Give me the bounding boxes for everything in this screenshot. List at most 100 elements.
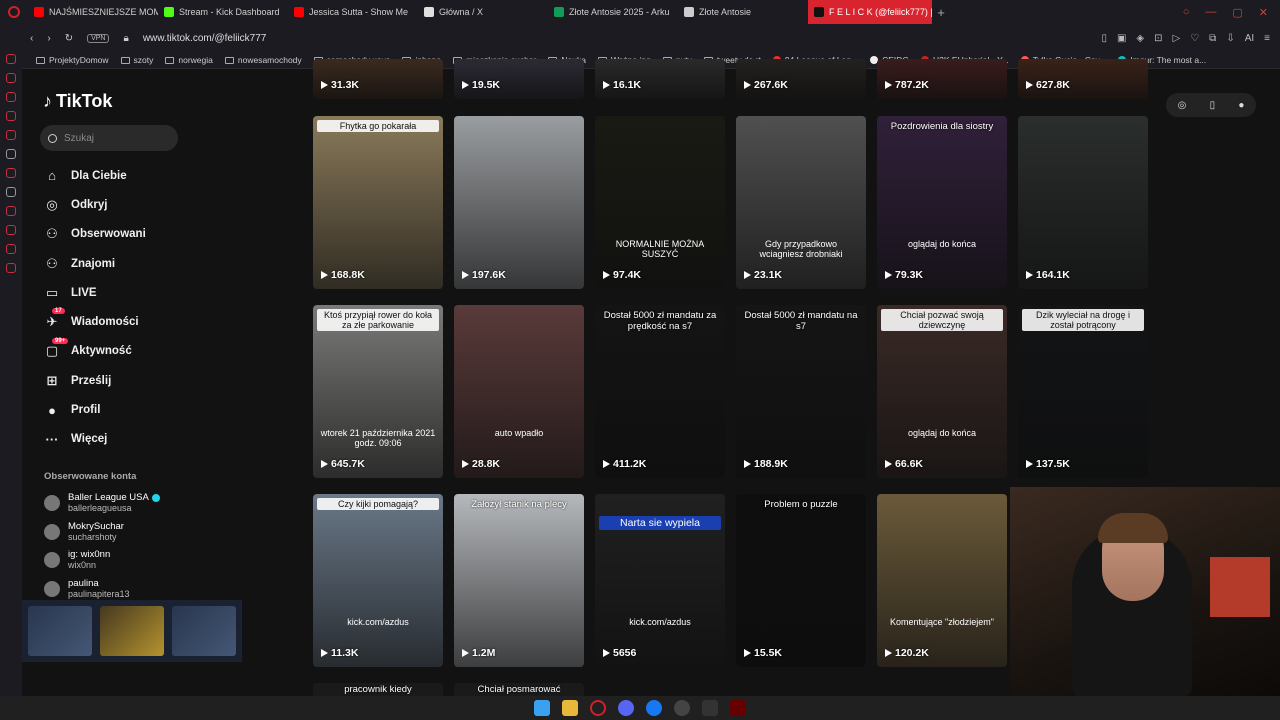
bookmark-item[interactable]: ProjektyDomow — [36, 55, 109, 65]
search-tabs-icon[interactable]: ○ — [1183, 6, 1190, 19]
video-card[interactable]: 787.2K — [877, 59, 1007, 99]
browser-tab[interactable]: Główna / X — [418, 0, 548, 24]
bookmark-item[interactable]: nowesamochody — [224, 55, 302, 65]
video-card[interactable]: 627.8K — [1018, 59, 1148, 99]
close-icon[interactable]: ✕ — [1259, 6, 1268, 19]
back-icon[interactable]: ‹ — [30, 33, 33, 44]
video-card[interactable]: Założył stanik na plecy 1.2M — [454, 494, 584, 667]
snapshot-icon[interactable]: ▣ — [1117, 33, 1126, 44]
extensions-icon[interactable]: ⊡ — [1154, 33, 1162, 44]
video-card[interactable]: 31.3K — [313, 59, 443, 99]
video-card[interactable]: auto wpadło 28.8K — [454, 305, 584, 478]
settings-icon[interactable] — [6, 263, 16, 273]
opera-icon[interactable] — [590, 700, 606, 716]
windows-start-icon[interactable] — [534, 700, 550, 716]
video-card[interactable]: Dostał 5000 zł mandatu za prędkość na s7… — [595, 305, 725, 478]
followed-account[interactable]: paulina paulinapitera13 — [44, 575, 219, 604]
video-thumbnail — [313, 116, 443, 289]
account-name-row: paulina — [68, 578, 130, 589]
twitch-icon[interactable] — [6, 168, 16, 178]
sidebar-item-home[interactable]: ⌂ Dla Ciebie — [44, 161, 214, 190]
sidebar-item-friends[interactable]: ⚇ Znajomi — [44, 249, 214, 278]
bookmark-item[interactable]: szoty — [120, 55, 153, 65]
video-card[interactable]: Komentujące "złodziejem" 120.2K — [877, 494, 1007, 667]
video-card[interactable]: 164.1K — [1018, 116, 1148, 289]
video-card[interactable]: Ktoś przypiął rower do koła za złe parko… — [313, 305, 443, 478]
video-card[interactable]: Fhytka go pokarała 168.8K — [313, 116, 443, 289]
reload-icon[interactable]: ↻ — [65, 33, 73, 44]
device-icon[interactable]: ▯ — [1210, 100, 1216, 111]
sidebar-item-compass[interactable]: ◎ Odkryj — [44, 190, 214, 219]
puzzle-icon[interactable]: ⧉ — [1209, 33, 1216, 44]
video-card[interactable]: 197.6K — [454, 116, 584, 289]
sidebar-item-profile[interactable]: ● Profil — [44, 395, 214, 424]
browser-tab[interactable]: Stream - Kick Dashboard — [158, 0, 288, 24]
app-icon[interactable] — [730, 700, 746, 716]
sidebar-item-activity[interactable]: ▢ 99+ Aktywność — [44, 337, 214, 366]
video-card[interactable]: Dostał 5000 zł mandatu na s7 188.9K — [736, 305, 866, 478]
search-input[interactable]: Szukaj — [40, 125, 178, 151]
discord-icon[interactable] — [618, 700, 634, 716]
play-icon[interactable]: ▷ — [1173, 33, 1181, 44]
bookmark-page-icon[interactable]: ▯ — [1101, 33, 1107, 44]
video-card[interactable]: 19.5K — [454, 59, 584, 99]
browser-tab[interactable]: Złote Antosie 2025 - Arku — [548, 0, 678, 24]
terminal-icon[interactable] — [702, 700, 718, 716]
maximize-icon[interactable]: ▢ — [1232, 6, 1242, 19]
browser-tab[interactable]: Złote Antosie — [678, 0, 808, 24]
minimize-icon[interactable]: — — [1205, 6, 1216, 19]
ai-button[interactable]: AI — [1245, 33, 1254, 44]
bookmark-item[interactable]: norwegia — [165, 55, 213, 65]
avatar[interactable]: ● — [1238, 100, 1244, 111]
followed-account[interactable]: Baller League USA ballerleagueusa — [44, 489, 219, 518]
browser-tab-active[interactable]: F E L I C K (@feliick777) | — [808, 0, 932, 24]
tab-label: F E L I C K (@feliick777) | — [829, 7, 932, 17]
file-explorer-icon[interactable] — [562, 700, 578, 716]
history-icon[interactable] — [6, 225, 16, 235]
play-icon — [462, 649, 469, 657]
sidebar-app-icon[interactable] — [6, 206, 16, 216]
video-card[interactable]: 16.1K — [595, 59, 725, 99]
new-tab-icon[interactable]: + — [932, 5, 950, 20]
followed-account[interactable]: MokrySuchar sucharshoty — [44, 518, 219, 547]
heart-icon[interactable]: ♡ — [1190, 33, 1199, 44]
video-card[interactable]: Problem o puzzle 15.5K — [736, 494, 866, 667]
sidebar-app-icon[interactable] — [6, 244, 16, 254]
sidebar-item-live[interactable]: ▭ LIVE — [44, 278, 214, 307]
sidebar-app-icon[interactable] — [6, 92, 16, 102]
sidebar-app-icon[interactable] — [6, 130, 16, 140]
vpn-badge[interactable]: VPN — [87, 33, 110, 43]
steam-icon[interactable] — [674, 700, 690, 716]
video-card[interactable]: 267.6K — [736, 59, 866, 99]
compass-icon[interactable]: ◎ — [1178, 100, 1187, 111]
video-card[interactable]: Czy kijki pomagają? kick.com/azdus 11.3K — [313, 494, 443, 667]
sidebar-app-icon[interactable] — [6, 54, 16, 64]
followed-account[interactable]: ig: wix0nn wix0nn — [44, 546, 219, 575]
search-placeholder: Szukaj — [64, 132, 95, 144]
video-card[interactable]: Pozdrowienia dla siostry oglądaj do końca… — [877, 116, 1007, 289]
video-card[interactable]: Narta sie wypiela kick.com/azdus 5656 — [595, 494, 725, 667]
video-card[interactable]: Dzik wyleciał na drogę i został potrącon… — [1018, 305, 1148, 478]
facebook-icon[interactable] — [646, 700, 662, 716]
forward-icon[interactable]: › — [47, 33, 50, 44]
sidebar-item-upload[interactable]: ⊞ Prześlij — [44, 366, 214, 395]
video-card[interactable]: NORMALNIE MOŻNA SUSZYĆ 97.4K — [595, 116, 725, 289]
shield-icon[interactable]: ◈ — [1136, 33, 1144, 44]
sidebar-app-icon[interactable] — [6, 73, 16, 83]
video-card[interactable]: Chciał pozwać swoją dziewczynę oglądaj do… — [877, 305, 1007, 478]
address-bar-tools: ▯ ▣ ◈ ⊡ ▷ ♡ ⧉ ⇩ AI ≡ — [1101, 33, 1280, 44]
x-icon[interactable] — [6, 187, 16, 197]
sidebar-item-more[interactable]: ··· Więcej — [44, 425, 214, 454]
sidebar-item-messages[interactable]: ✈ 17 Wiadomości — [44, 307, 214, 336]
browser-tab[interactable]: NAJŚMIESZNIEJSZE MOM — [28, 0, 158, 24]
video-card[interactable]: Gdy przypadkowo wciagniesz drobniaki 23.1… — [736, 116, 866, 289]
tiktok-logo[interactable]: ♪ TikTok — [43, 91, 112, 112]
sidebar-item-following[interactable]: ⚇ Obserwowani — [44, 220, 214, 249]
sidebar-app-icon[interactable] — [6, 111, 16, 121]
download-icon[interactable]: ⇩ — [1226, 33, 1234, 44]
menu-icon[interactable]: ≡ — [1264, 33, 1270, 44]
opera-menu-icon[interactable] — [0, 0, 28, 24]
chatgpt-icon[interactable] — [6, 149, 16, 159]
url-field[interactable]: www.tiktok.com/@feliick777 — [143, 33, 267, 44]
browser-tab[interactable]: Jessica Sutta - Show Me — [288, 0, 418, 24]
